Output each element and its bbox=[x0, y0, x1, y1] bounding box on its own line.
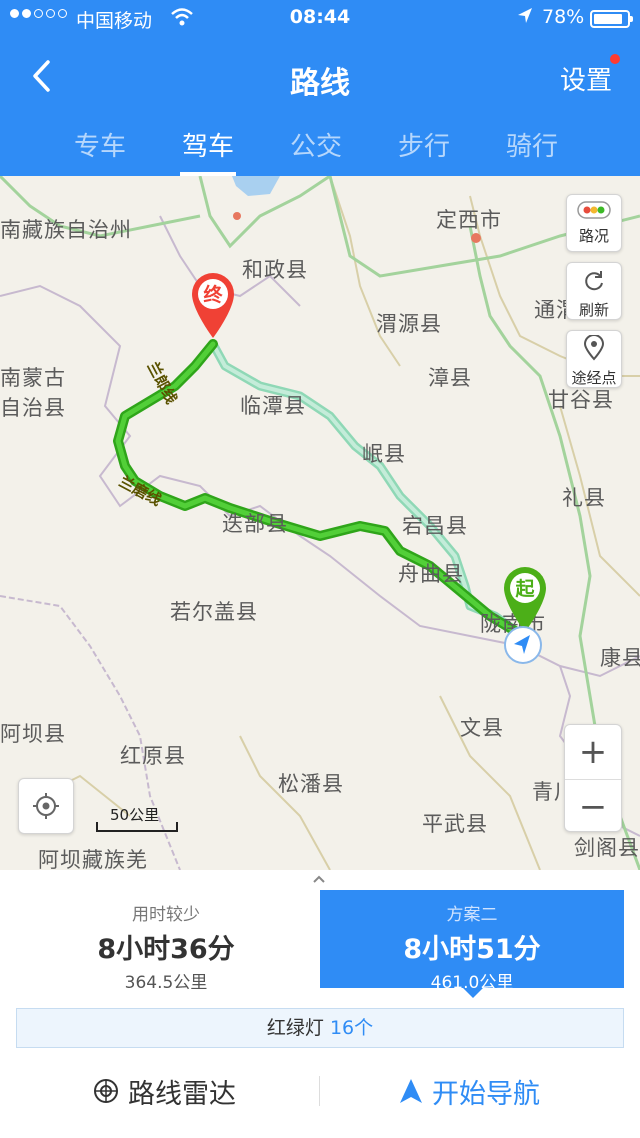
place-label: 康县 bbox=[600, 646, 640, 670]
place-label: 南藏族自治州 bbox=[0, 218, 132, 242]
place-label: 文县 bbox=[460, 716, 504, 740]
end-marker[interactable]: 终 bbox=[188, 268, 238, 340]
tab-transit[interactable]: 公交 bbox=[262, 118, 370, 176]
place-label: 定西市 bbox=[436, 208, 502, 232]
place-label: 剑阁县 bbox=[574, 836, 640, 860]
waypoint-pin-icon bbox=[583, 334, 605, 361]
route-distance: 461.0公里 bbox=[430, 973, 514, 993]
scale-bar bbox=[96, 822, 178, 832]
traffic-light-icon bbox=[577, 201, 611, 219]
tab-cycling[interactable]: 骑行 bbox=[478, 118, 586, 176]
route-duration: 8小时36分 bbox=[97, 934, 235, 965]
tab-walking[interactable]: 步行 bbox=[370, 118, 478, 176]
route-radar-label: 路线雷达 bbox=[128, 1078, 236, 1110]
end-marker-label: 终 bbox=[203, 284, 223, 306]
notification-dot bbox=[610, 54, 620, 64]
place-label: 宕昌县 bbox=[402, 514, 468, 538]
top-bar: 中国移动 08:44 78% 路线 设置 专车 驾车 公交 步行 骑行 bbox=[0, 0, 640, 176]
radar-icon bbox=[94, 1079, 118, 1103]
place-label: 迭部县 bbox=[222, 512, 288, 536]
traffic-lights-bar: 红绿灯 16个 bbox=[16, 1008, 624, 1048]
navigation-arrow-icon bbox=[400, 1079, 422, 1103]
start-navigation-label: 开始导航 bbox=[432, 1078, 540, 1110]
place-label: 临潭县 bbox=[240, 394, 306, 418]
waypoint-button[interactable]: 途经点 bbox=[566, 330, 622, 388]
current-location-icon bbox=[502, 624, 544, 666]
page-title: 路线 bbox=[290, 66, 350, 101]
tab-driving[interactable]: 驾车 bbox=[154, 118, 262, 176]
route-tag: 方案二 bbox=[446, 905, 498, 925]
traffic-lights-label: 红绿灯 bbox=[266, 1017, 324, 1039]
settings-button[interactable]: 设置 bbox=[560, 60, 612, 97]
location-arrow-icon bbox=[516, 6, 534, 31]
zoom-out-button[interactable]: − bbox=[565, 779, 621, 833]
chevron-up-icon[interactable] bbox=[312, 872, 326, 888]
map-background bbox=[0, 176, 640, 870]
tab-private-car[interactable]: 专车 bbox=[46, 118, 154, 176]
locate-me-button[interactable] bbox=[18, 778, 74, 834]
route-option-2[interactable]: 方案二 8小时51分 461.0公里 bbox=[320, 890, 624, 998]
place-label: 和政县 bbox=[242, 258, 308, 282]
place-label: 松潘县 bbox=[278, 772, 344, 796]
route-panel: 用时较少 8小时36分 364.5公里 方案二 8小时51分 461.0公里 红… bbox=[0, 870, 640, 1138]
route-map[interactable]: 定西市 南藏族自治州 和政县 渭源县 通渭 南蒙古 自治县 临潭县 漳县 甘谷县… bbox=[0, 176, 640, 870]
zoom-in-button[interactable]: + bbox=[565, 725, 621, 779]
route-distance: 364.5公里 bbox=[124, 973, 208, 993]
waypoint-label: 途经点 bbox=[571, 369, 617, 387]
place-label: 漳县 bbox=[428, 366, 472, 390]
action-bar: 路线雷达 开始导航 bbox=[0, 1066, 640, 1116]
map-scale: 50公里 bbox=[96, 804, 178, 834]
battery-percent: 78% bbox=[542, 6, 585, 28]
crosshair-icon bbox=[33, 793, 59, 819]
status-bar: 中国移动 08:44 78% bbox=[0, 0, 640, 36]
place-label: 礼县 bbox=[562, 486, 606, 510]
traffic-button[interactable]: 路况 bbox=[566, 194, 622, 252]
zoom-control: + − bbox=[564, 724, 622, 832]
place-label: 阿坝藏族羌 bbox=[38, 848, 148, 870]
refresh-button[interactable]: 刷新 bbox=[566, 262, 622, 320]
traffic-label: 路况 bbox=[578, 227, 609, 245]
place-label: 舟曲县 bbox=[398, 562, 464, 586]
start-navigation-button[interactable]: 开始导航 bbox=[398, 1066, 540, 1116]
place-label: 自治县 bbox=[0, 396, 66, 420]
refresh-icon bbox=[585, 271, 603, 291]
place-label: 南蒙古 bbox=[0, 366, 66, 390]
place-label: 渭源县 bbox=[376, 312, 442, 336]
route-duration: 8小时51分 bbox=[403, 934, 541, 965]
traffic-lights-count: 16个 bbox=[329, 1017, 374, 1039]
route-option-1[interactable]: 用时较少 8小时36分 364.5公里 bbox=[16, 890, 316, 993]
place-label: 阿坝县 bbox=[0, 722, 66, 746]
battery-icon bbox=[590, 10, 633, 28]
refresh-label: 刷新 bbox=[578, 301, 609, 319]
place-label: 若尔盖县 bbox=[170, 600, 258, 624]
route-radar-button[interactable]: 路线雷达 bbox=[92, 1066, 236, 1116]
divider bbox=[319, 1076, 320, 1106]
place-label: 甘谷县 bbox=[548, 388, 614, 412]
place-label: 红原县 bbox=[120, 744, 186, 768]
route-tag: 用时较少 bbox=[132, 905, 200, 925]
transport-tabs: 专车 驾车 公交 步行 骑行 bbox=[0, 118, 640, 176]
place-label: 岷县 bbox=[362, 442, 406, 466]
place-label: 平武县 bbox=[422, 812, 488, 836]
start-marker-label: 起 bbox=[515, 578, 535, 600]
